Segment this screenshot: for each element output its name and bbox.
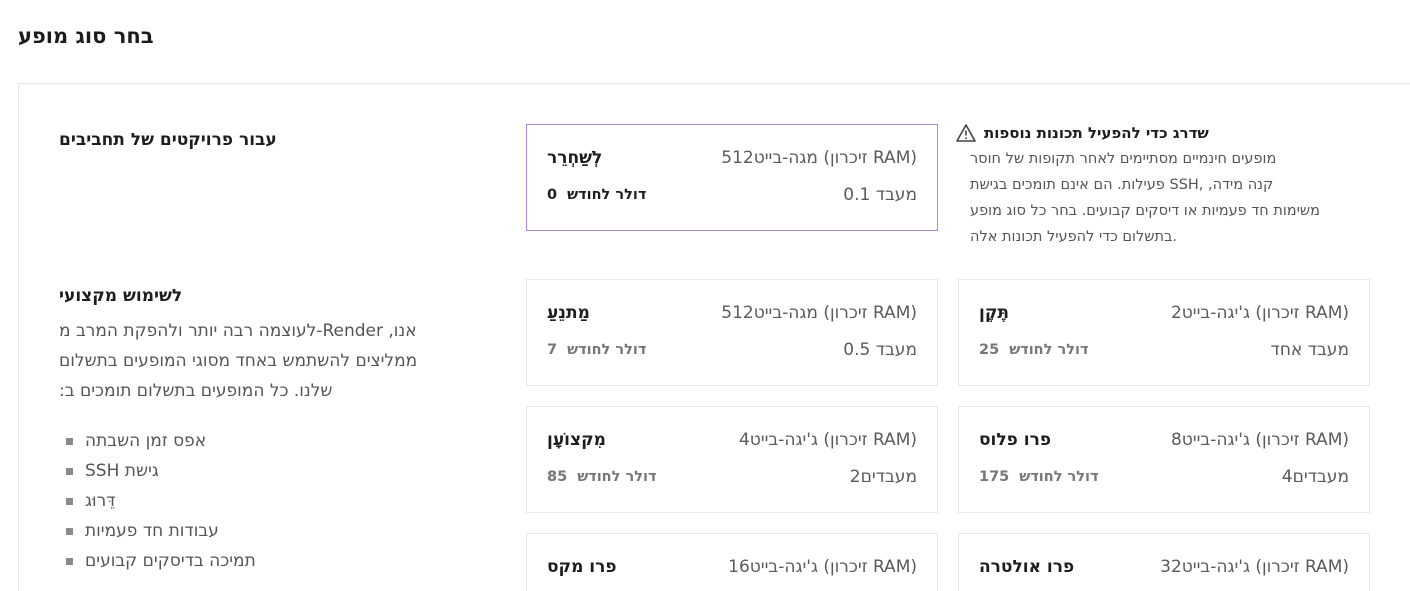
instance-name: מִקצוֹעָן (547, 430, 606, 450)
cpu-label: מעבד אחד (1270, 340, 1349, 360)
description-line: אנו, Render-לעוצמה רבה יותר ולהפקת המרב … (59, 321, 417, 341)
price-label: 175 דולר לחודש (979, 469, 1099, 485)
bullet-icon (66, 497, 73, 505)
notice-line: משימות חד פעמיות או דיסקים קבועים. בחר כ… (970, 203, 1321, 219)
instance-card-free[interactable]: (RAM זיכרון) מגה-בייט512 מעבד 0.1 לְשַׁח… (526, 124, 938, 231)
notice-line: מופעים חינמיים מסתיימים לאחר תקופות של ח… (970, 151, 1277, 167)
feature-item: אפס זמן השבתה (66, 426, 256, 456)
instance-card-pro[interactable]: (RAM זיכרון) ג'יגה-בייט4 מעבדים2 מִקצוֹע… (526, 406, 938, 513)
notice-line: קנה מידה, ,SSH פעילות. הם אינם תומכים בג… (970, 177, 1274, 193)
instance-name: פרו אולטרה (979, 557, 1075, 577)
cpu-label: מעבדים2 (849, 467, 917, 487)
ram-label: (RAM זיכרון) ג'יגה-בייט4 (738, 430, 917, 450)
ram-label: (RAM זיכרון) ג'יגה-בייט8 (1170, 430, 1349, 450)
instance-name: פרו פלוס (979, 430, 1052, 450)
cpu-label: מעבד 0.1 (843, 185, 917, 205)
bullet-icon (66, 437, 73, 445)
feature-item: עבודות חד פעמיות (66, 516, 256, 546)
instance-name: לְשַׁחְרֵר (547, 148, 603, 168)
hobby-section-title: עבור פרויקטים של תחביבים (59, 130, 277, 150)
feature-list: אפס זמן השבתה SSH גישת דֵּרוּג עבודות חד… (66, 426, 256, 576)
upgrade-notice: שדרג כדי להפעיל תכונות נוספות מופעים חינ… (956, 124, 1370, 250)
instance-card-pro-plus[interactable]: (RAM זיכרון) ג'יגה-בייט8 מעבדים4 פרו פלו… (958, 406, 1370, 513)
instance-card-pro-ultra[interactable]: (RAM זיכרון) ג'יגה-בייט32 פרו אולטרה (958, 533, 1370, 591)
ram-label: (RAM זיכרון) מגה-בייט512 (721, 148, 917, 168)
instance-name: מַתנֵעַ (547, 303, 590, 323)
price-label: 25 דולר לחודש (979, 342, 1089, 358)
ram-label: (RAM זיכרון) ג'יגה-בייט2 (1170, 303, 1349, 323)
description-line: ממליצים להשתמש באחד מסוגי המופעים בתשלום (59, 351, 418, 371)
cpu-label: מעבדים4 (1281, 467, 1349, 487)
warning-triangle-icon (956, 124, 976, 142)
instance-name: פרו מקס (547, 557, 617, 577)
price-label: 7 דולר לחודש (547, 342, 647, 358)
description-line: שלנו. כל המופעים בתשלום תומכים ב: (59, 381, 333, 401)
professional-description: אנו, Render-לעוצמה רבה יותר ולהפקת המרב … (59, 316, 454, 406)
instance-card-standard[interactable]: (RAM זיכרון) ג'יגה-בייט2 מעבד אחד תֶּקֶן… (958, 279, 1370, 386)
bullet-icon (66, 527, 73, 535)
feature-item: דֵּרוּג (66, 486, 256, 516)
price-label: 85 דולר לחודש (547, 469, 657, 485)
feature-item: תמיכה בדיסקים קבועים (66, 546, 256, 576)
bullet-icon (66, 557, 73, 565)
instance-name: תֶּקֶן (979, 303, 1009, 323)
feature-item: SSH גישת (66, 456, 256, 486)
instance-card-starter[interactable]: (RAM זיכרון) מגה-בייט512 מעבד 0.5 מַתנֵע… (526, 279, 938, 386)
upgrade-notice-title: שדרג כדי להפעיל תכונות נוספות (984, 124, 1209, 142)
ram-label: (RAM זיכרון) ג'יגה-בייט32 (1160, 557, 1349, 577)
instance-card-pro-max[interactable]: (RAM זיכרון) ג'יגה-בייט16 פרו מקס (526, 533, 938, 591)
professional-section-title: לשימוש מקצועי (59, 286, 183, 306)
ram-label: (RAM זיכרון) מגה-בייט512 (721, 303, 917, 323)
ram-label: (RAM זיכרון) ג'יגה-בייט16 (728, 557, 917, 577)
notice-line: .בתשלום כדי להפעיל תכונות אלה (970, 229, 1178, 245)
cpu-label: מעבד 0.5 (843, 340, 917, 360)
upgrade-notice-body: מופעים חינמיים מסתיימים לאחר תקופות של ח… (970, 146, 1370, 250)
price-label: 0 דולר לחודש (547, 187, 647, 203)
bullet-icon (66, 467, 73, 475)
page-title: בחר סוג מופע (18, 24, 154, 48)
